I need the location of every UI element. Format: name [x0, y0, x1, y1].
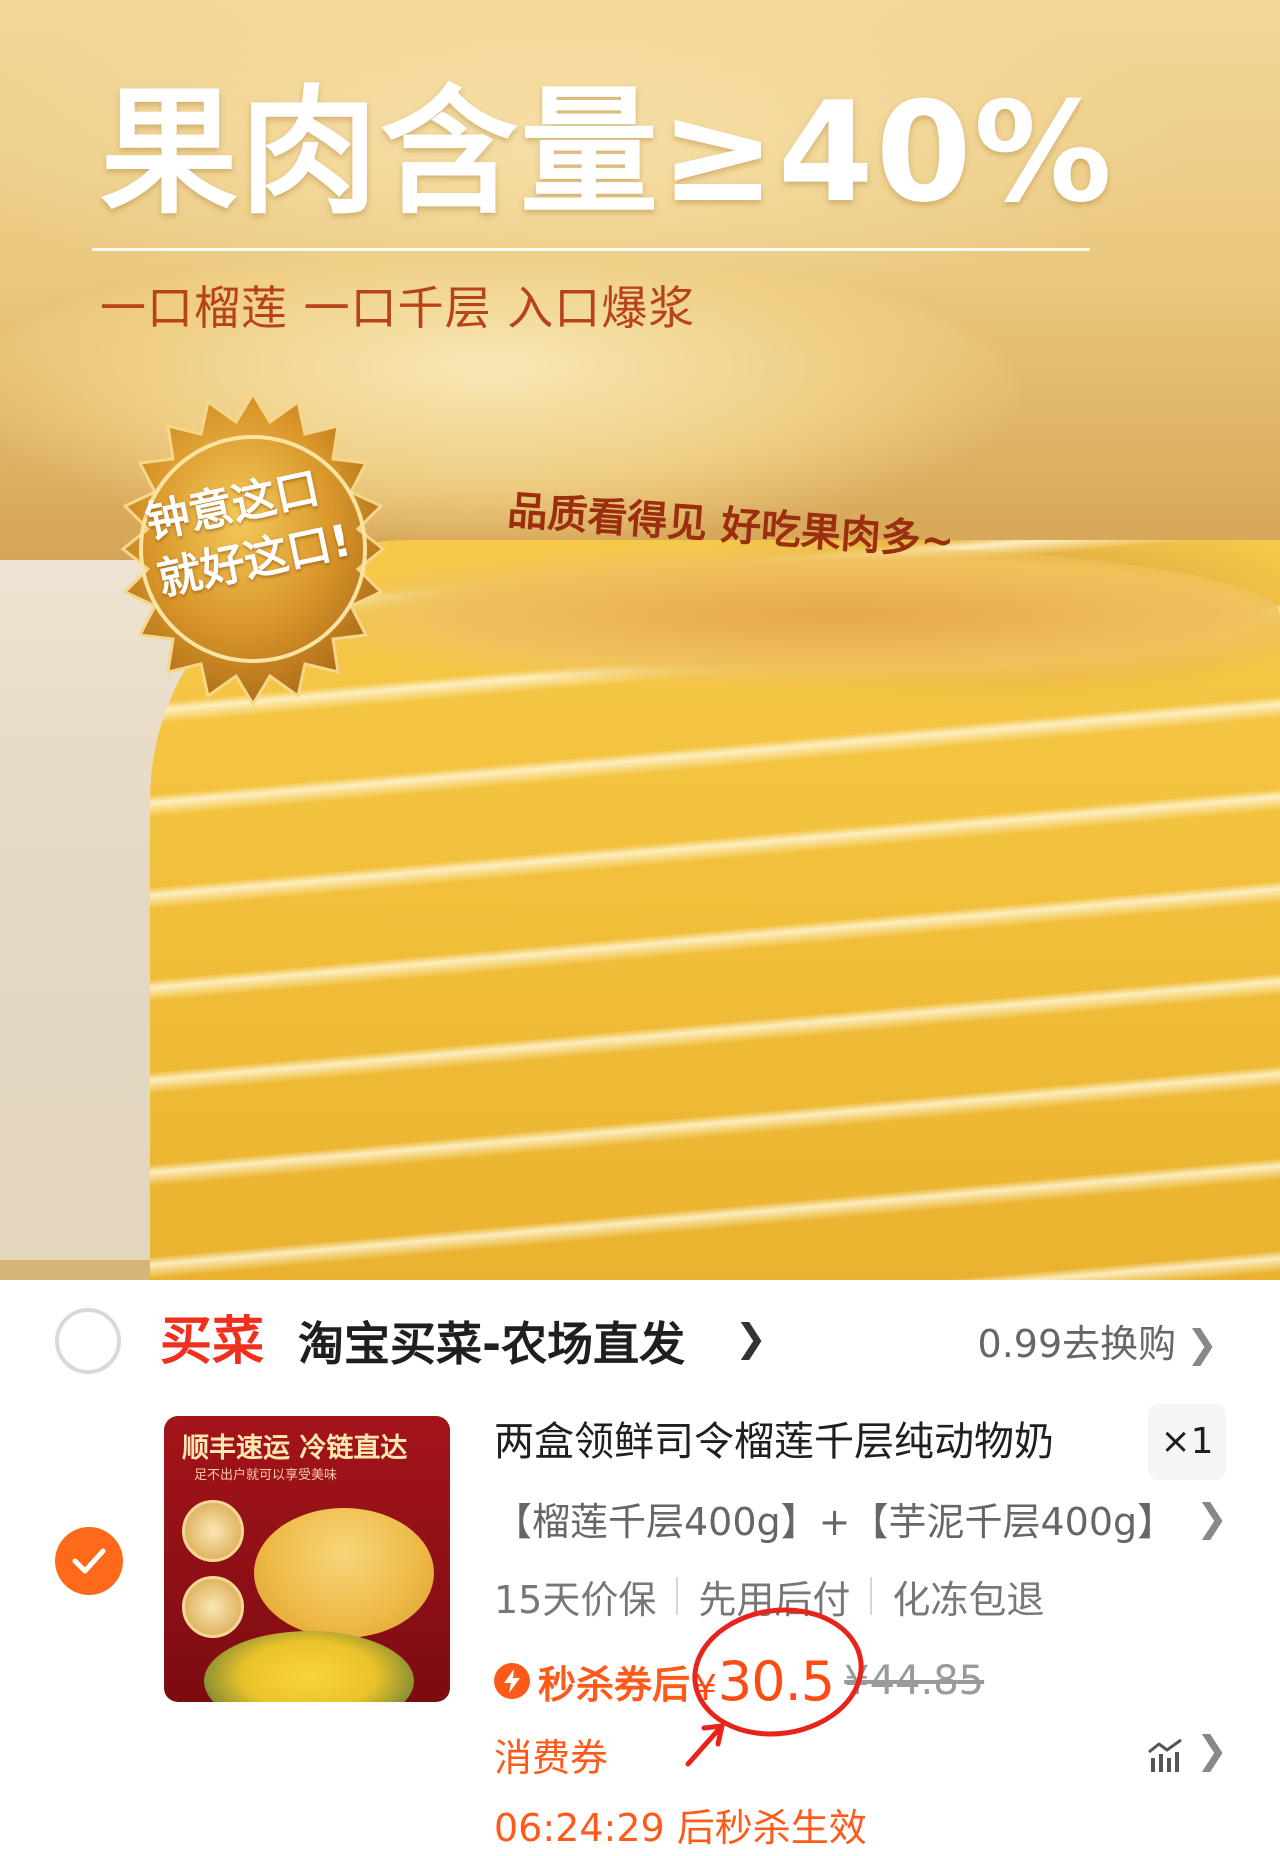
hero-headline: 果肉含量≥40%: [100, 72, 1114, 233]
thumbnail-subtitle: 足不出户就可以享受美味: [194, 1468, 338, 1483]
store-logo: 买菜: [160, 1312, 265, 1372]
lightning-icon: [494, 1663, 530, 1699]
chevron-right-icon[interactable]: ❯: [1196, 1496, 1228, 1540]
product-hero-image[interactable]: 果肉含量≥40% 一口榴莲 一口千层 入口爆浆 品质看得见 好吃果肉多~ 钟意这…: [0, 0, 1280, 1280]
thumbnail-durian: [204, 1631, 414, 1702]
checkmark-icon: [72, 1548, 106, 1574]
quantity-stepper[interactable]: ×1: [1148, 1404, 1226, 1480]
chevron-right-icon: ❯: [1186, 1322, 1218, 1366]
chevron-right-icon[interactable]: ❯: [735, 1316, 767, 1360]
exchange-promo-label: 0.99去换购: [977, 1322, 1177, 1366]
divider: [676, 1577, 679, 1615]
flash-sale-countdown: 06:24:29 后秒杀生效: [494, 1806, 867, 1850]
thumbnail-title: 顺丰速运 冷链直达: [182, 1433, 408, 1464]
product-thumbnail[interactable]: 顺丰速运 冷链直达 足不出户就可以享受美味: [164, 1416, 450, 1702]
flash-sale-label: 秒杀券后: [538, 1662, 691, 1707]
price-trend-icon[interactable]: [1145, 1738, 1185, 1774]
product-title[interactable]: 两盒领鲜司令榴莲千层纯动物奶: [494, 1414, 1054, 1470]
headline-divider: [92, 248, 1090, 251]
store-select-checkbox[interactable]: [55, 1308, 121, 1374]
service-tag: 化冻包退: [892, 1577, 1045, 1622]
coupon-label[interactable]: 消费券: [494, 1730, 608, 1786]
service-tag: 15天价保: [494, 1577, 657, 1622]
thumbnail-badge: [182, 1500, 244, 1562]
thumbnail-cake: [254, 1508, 434, 1638]
divider: [870, 1577, 873, 1615]
chevron-right-icon[interactable]: ❯: [1196, 1728, 1228, 1772]
item-select-checkbox[interactable]: [55, 1527, 123, 1595]
hero-subline: 一口榴莲 一口千层 入口爆浆: [100, 281, 696, 335]
cake-top-crust: [300, 545, 1280, 685]
thumbnail-badge: [182, 1576, 244, 1638]
store-name-link[interactable]: 淘宝买菜-农场直发: [298, 1314, 685, 1374]
exchange-promo-link[interactable]: 0.99去换购 ❯: [978, 1318, 1218, 1370]
original-price: ¥44.85: [844, 1658, 985, 1704]
sku-selector[interactable]: 【榴莲千层400g】+【芋泥千层400g】: [494, 1494, 1194, 1552]
annotation-arrow: [685, 1723, 725, 1767]
